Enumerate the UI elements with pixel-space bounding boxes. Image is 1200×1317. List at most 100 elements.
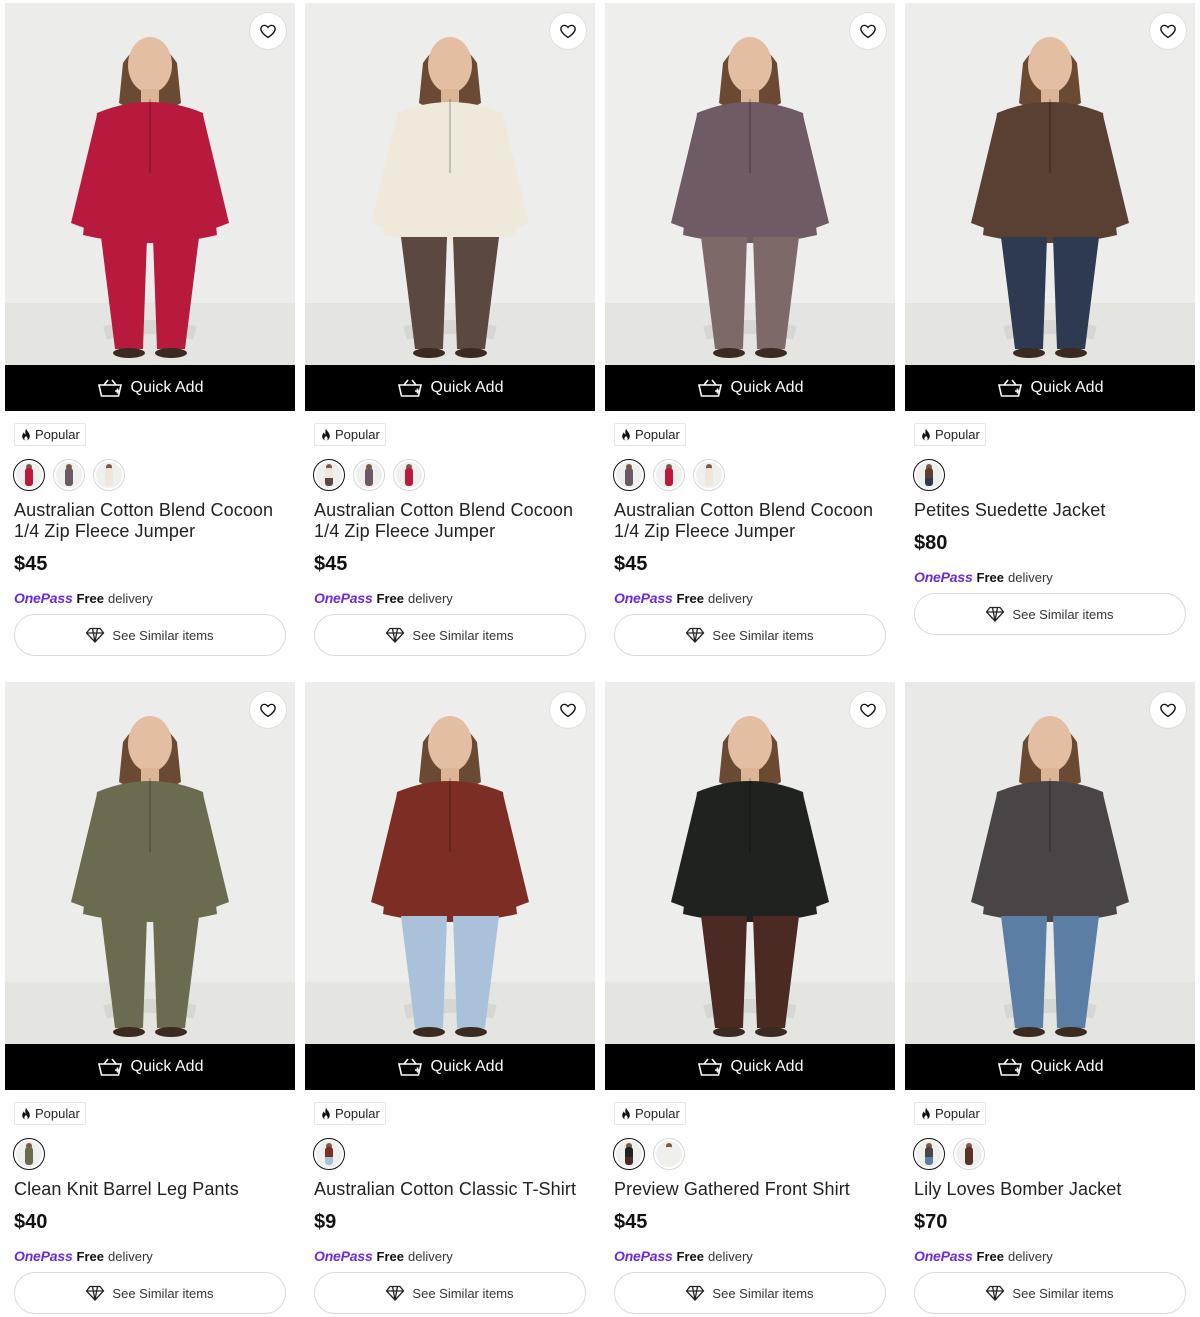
quick-add-button[interactable]: Quick Add: [5, 1044, 295, 1090]
onepass-logo: OnePass: [914, 569, 973, 585]
onepass-logo: OnePass: [14, 590, 73, 606]
product-card[interactable]: Quick Add Popular Lily Loves Bomber Jacket…: [905, 682, 1195, 1316]
heart-icon: [259, 22, 277, 40]
product-image[interactable]: [605, 682, 895, 1044]
wishlist-heart-button[interactable]: [850, 692, 886, 728]
color-swatch[interactable]: [313, 1138, 345, 1170]
wishlist-heart-button[interactable]: [1150, 692, 1186, 728]
onepass-delivery: OnePass Free delivery: [914, 1248, 1053, 1264]
product-image[interactable]: [905, 3, 1195, 365]
quick-add-button[interactable]: Quick Add: [305, 365, 595, 411]
color-swatch[interactable]: [913, 1138, 945, 1170]
color-swatch[interactable]: [613, 459, 645, 491]
quick-add-button[interactable]: Quick Add: [5, 365, 295, 411]
swatch-thumbnail: [916, 462, 942, 488]
color-swatch[interactable]: [353, 459, 385, 491]
color-swatch[interactable]: [13, 459, 45, 491]
product-price: $45: [614, 1211, 648, 1233]
basket-icon: [97, 378, 123, 398]
color-swatch[interactable]: [693, 459, 725, 491]
diamond-icon: [86, 1285, 106, 1301]
see-similar-button[interactable]: See Similar items: [614, 614, 886, 656]
delivery-label: delivery: [1008, 1249, 1053, 1264]
product-card[interactable]: Quick Add Popular Australian Cotton Blend …: [5, 3, 295, 658]
onepass-logo: OnePass: [314, 590, 373, 606]
quick-add-button[interactable]: Quick Add: [905, 1044, 1195, 1090]
diamond-icon: [686, 1285, 706, 1301]
color-swatch[interactable]: [953, 1138, 985, 1170]
see-similar-button[interactable]: See Similar items: [314, 614, 586, 656]
product-name[interactable]: Clean Knit Barrel Leg Pants: [14, 1179, 290, 1200]
see-similar-button[interactable]: See Similar items: [314, 1272, 586, 1314]
color-swatches: [613, 1138, 685, 1170]
product-card[interactable]: Quick Add Popular Australian Cotton Blend …: [605, 3, 895, 658]
product-name[interactable]: Lily Loves Bomber Jacket: [914, 1179, 1190, 1200]
product-name[interactable]: Australian Cotton Blend Cocoon 1/4 Zip F…: [614, 500, 890, 542]
product-price: $9: [314, 1211, 337, 1233]
see-similar-button[interactable]: See Similar items: [14, 1272, 286, 1314]
color-swatches: [313, 1138, 345, 1170]
basket-icon: [397, 1057, 423, 1077]
product-image[interactable]: [5, 3, 295, 365]
color-swatch[interactable]: [313, 459, 345, 491]
basket-icon: [397, 378, 423, 398]
flame-icon: [321, 428, 331, 441]
delivery-label: delivery: [108, 591, 153, 606]
product-card[interactable]: Quick Add Popular Preview Gathered Front S…: [605, 682, 895, 1316]
product-image[interactable]: [5, 682, 295, 1044]
onepass-logo: OnePass: [614, 590, 673, 606]
product-card[interactable]: Quick Add Popular Clean Knit Barrel Leg Pa…: [5, 682, 295, 1316]
product-image[interactable]: [305, 682, 595, 1044]
product-name[interactable]: Australian Cotton Blend Cocoon 1/4 Zip F…: [14, 500, 290, 542]
wishlist-heart-button[interactable]: [250, 13, 286, 49]
quick-add-button[interactable]: Quick Add: [605, 365, 895, 411]
color-swatch[interactable]: [613, 1138, 645, 1170]
wishlist-heart-button[interactable]: [1150, 13, 1186, 49]
wishlist-heart-button[interactable]: [250, 692, 286, 728]
color-swatch[interactable]: [653, 459, 685, 491]
quick-add-button[interactable]: Quick Add: [605, 1044, 895, 1090]
quick-add-button[interactable]: Quick Add: [305, 1044, 595, 1090]
flame-icon: [21, 428, 31, 441]
color-swatches: [313, 459, 425, 491]
product-image[interactable]: [305, 3, 595, 365]
quick-add-button[interactable]: Quick Add: [905, 365, 1195, 411]
color-swatch[interactable]: [53, 459, 85, 491]
color-swatch[interactable]: [653, 1138, 685, 1170]
flame-icon: [321, 1107, 331, 1120]
swatch-thumbnail: [696, 462, 722, 488]
onepass-delivery: OnePass Free delivery: [14, 590, 153, 606]
product-name[interactable]: Preview Gathered Front Shirt: [614, 1179, 890, 1200]
onepass-delivery: OnePass Free delivery: [314, 1248, 453, 1264]
product-price: $40: [14, 1211, 48, 1233]
product-card[interactable]: Quick Add Popular Petites Suedette Jacket $…: [905, 3, 1195, 637]
see-similar-button[interactable]: See Similar items: [14, 614, 286, 656]
see-similar-button[interactable]: See Similar items: [614, 1272, 886, 1314]
wishlist-heart-button[interactable]: [550, 692, 586, 728]
see-similar-button[interactable]: See Similar items: [914, 1272, 1186, 1314]
color-swatch[interactable]: [13, 1138, 45, 1170]
color-swatch[interactable]: [393, 459, 425, 491]
product-card[interactable]: Quick Add Popular Australian Cotton Classi…: [305, 682, 595, 1316]
wishlist-heart-button[interactable]: [550, 13, 586, 49]
delivery-label: delivery: [408, 1249, 453, 1264]
product-card[interactable]: Quick Add Popular Australian Cotton Blend …: [305, 3, 595, 658]
product-name[interactable]: Australian Cotton Classic T-Shirt: [314, 1179, 590, 1200]
product-image[interactable]: [905, 682, 1195, 1044]
heart-icon: [859, 701, 877, 719]
product-image[interactable]: [605, 3, 895, 365]
quick-add-label: Quick Add: [430, 1058, 504, 1075]
color-swatch[interactable]: [93, 459, 125, 491]
see-similar-button[interactable]: See Similar items: [914, 593, 1186, 635]
popular-badge: Popular: [314, 1102, 386, 1125]
color-swatch[interactable]: [913, 459, 945, 491]
swatch-thumbnail: [956, 1141, 982, 1167]
product-name[interactable]: Australian Cotton Blend Cocoon 1/4 Zip F…: [314, 500, 590, 542]
popular-label: Popular: [335, 427, 380, 442]
see-similar-label: See Similar items: [112, 627, 214, 643]
product-price: $45: [314, 553, 348, 575]
onepass-delivery: OnePass Free delivery: [614, 1248, 753, 1264]
product-name[interactable]: Petites Suedette Jacket: [914, 500, 1190, 521]
wishlist-heart-button[interactable]: [850, 13, 886, 49]
basket-icon: [997, 378, 1023, 398]
